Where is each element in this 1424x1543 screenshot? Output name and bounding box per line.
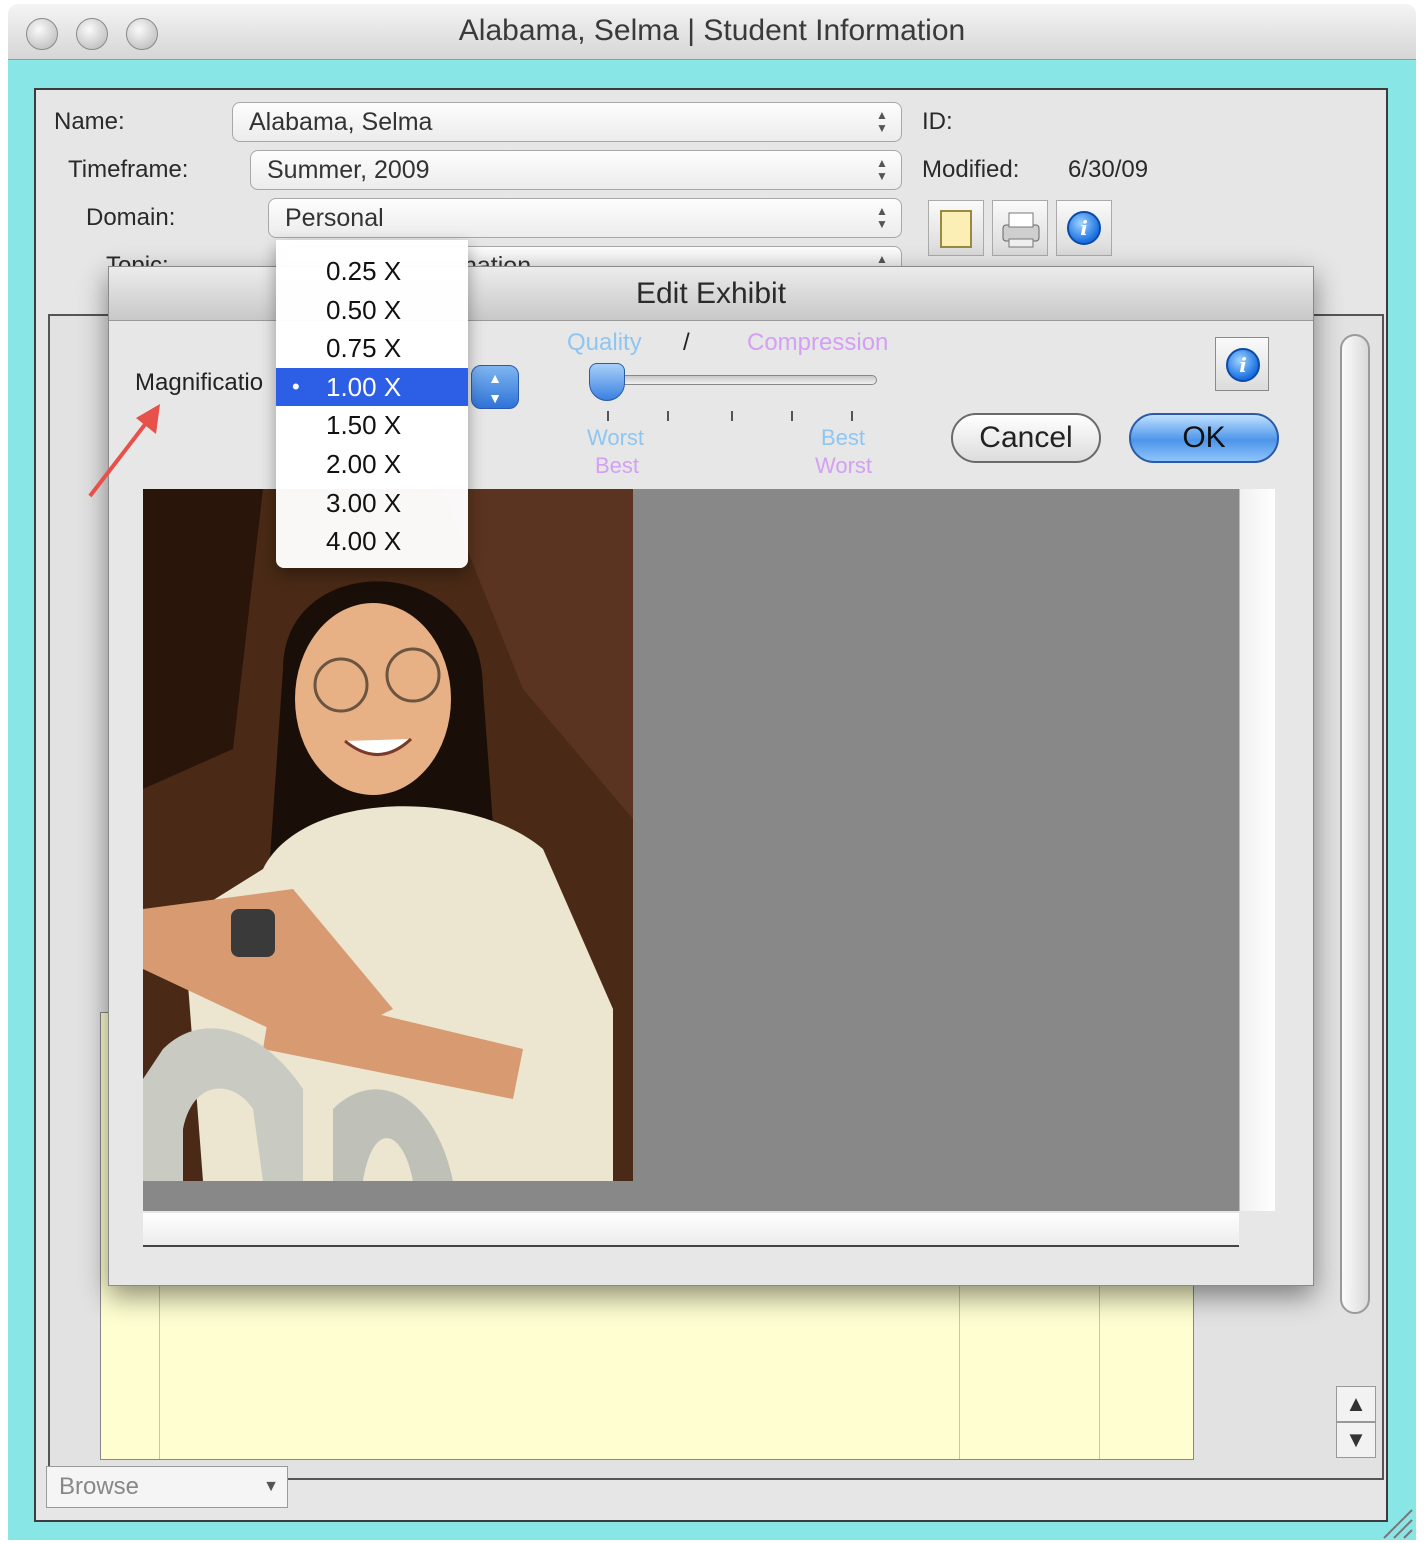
id-label: ID: xyxy=(922,108,953,135)
menu-item-1.50x[interactable]: 1.50 X xyxy=(276,406,468,445)
name-popup[interactable]: Alabama, Selma ▲ ▼ xyxy=(232,102,902,142)
popup-arrows-icon: ▲ ▼ xyxy=(876,156,888,183)
quality-label: Quality xyxy=(567,329,642,356)
slider-tick xyxy=(607,411,609,421)
printer-icon xyxy=(1002,212,1040,248)
quality-slider-track[interactable] xyxy=(591,375,877,385)
domain-label: Domain: xyxy=(86,204,176,231)
note-icon xyxy=(940,210,972,248)
magnification-stepper[interactable]: ▲ ▼ xyxy=(471,365,519,409)
slider-tick xyxy=(667,411,669,421)
scale-left-quality: Worst xyxy=(587,425,645,450)
portrait-image xyxy=(143,489,633,1181)
menu-item-0.25x[interactable]: 0.25 X xyxy=(276,252,468,291)
popup-arrows-icon: ▲ ▼ xyxy=(876,204,888,231)
modified-value: 6/30/09 xyxy=(1068,156,1149,183)
timeframe-label: Timeframe: xyxy=(68,156,189,183)
menu-item-1.00x[interactable]: • 1.00 X xyxy=(276,367,468,407)
resize-grip-icon[interactable] xyxy=(1374,1500,1414,1540)
note-button[interactable] xyxy=(928,200,984,256)
domain-value: Personal xyxy=(285,204,384,232)
name-label: Name: xyxy=(54,108,125,135)
menu-item-4.00x[interactable]: 4.00 X xyxy=(276,522,468,561)
window-title: Alabama, Selma | Student Information xyxy=(458,14,966,47)
compression-label: Compression xyxy=(747,329,889,356)
vertical-scrollbar[interactable]: ▲ ▼ xyxy=(1336,322,1376,1462)
menu-item-3.00x[interactable]: 3.00 X xyxy=(276,484,468,523)
scale-left-compression: Best xyxy=(595,453,640,478)
print-button[interactable] xyxy=(992,200,1048,256)
mode-select[interactable]: Browse ▼ xyxy=(46,1466,288,1508)
timeframe-popup[interactable]: Summer, 2009 ▲ ▼ xyxy=(250,150,902,190)
timeframe-value: Summer, 2009 xyxy=(267,156,430,184)
window-titlebar[interactable]: Alabama, Selma | Student Information xyxy=(8,4,1416,60)
domain-popup[interactable]: Personal ▲ ▼ xyxy=(268,198,902,238)
quality-slider-thumb[interactable] xyxy=(589,363,625,401)
slash-label: / xyxy=(683,329,690,356)
exhibit-preview[interactable] xyxy=(143,489,1239,1211)
magnification-menu[interactable]: 0.25 X 0.50 X 0.75 X • 1.00 X 1.50 X 2.00… xyxy=(276,240,468,568)
modified-label: Modified: xyxy=(922,156,1020,183)
scroll-down-arrow-icon[interactable]: ▼ xyxy=(1336,1422,1376,1458)
dialog-info-button[interactable]: i xyxy=(1215,337,1269,391)
selected-dot-icon: • xyxy=(292,373,300,399)
slider-tick xyxy=(851,411,853,421)
topic-value: nation xyxy=(463,252,532,268)
scale-right-compression: Worst xyxy=(815,453,873,478)
scroll-up-arrow-icon[interactable]: ▲ xyxy=(1336,1386,1376,1422)
preview-vertical-scrollbar[interactable] xyxy=(1239,489,1275,1211)
menu-item-0.50x[interactable]: 0.50 X xyxy=(276,291,468,330)
cancel-button[interactable]: Cancel xyxy=(951,413,1101,463)
info-button[interactable]: i xyxy=(1056,200,1112,256)
info-icon: i xyxy=(1067,211,1101,245)
popup-arrows-icon: ▲ ▼ xyxy=(876,108,888,135)
mode-value: Browse xyxy=(59,1473,140,1500)
menu-item-2.00x[interactable]: 2.00 X xyxy=(276,445,468,484)
scale-right-quality: Best xyxy=(821,425,866,450)
ok-button[interactable]: OK xyxy=(1129,413,1279,463)
menu-item-0.75x[interactable]: 0.75 X xyxy=(276,329,468,368)
slider-tick xyxy=(731,411,733,421)
annotation-arrow-icon xyxy=(88,404,160,498)
exhibit-photo xyxy=(143,489,633,1181)
slider-tick xyxy=(791,411,793,421)
name-value: Alabama, Selma xyxy=(249,108,433,136)
chevron-down-icon: ▼ xyxy=(263,1478,279,1495)
info-icon: i xyxy=(1226,348,1260,382)
preview-horizontal-scrollbar[interactable] xyxy=(143,1213,1239,1247)
magnification-label: Magnificatio xyxy=(135,369,264,396)
scroll-thumb[interactable] xyxy=(1340,334,1370,1314)
